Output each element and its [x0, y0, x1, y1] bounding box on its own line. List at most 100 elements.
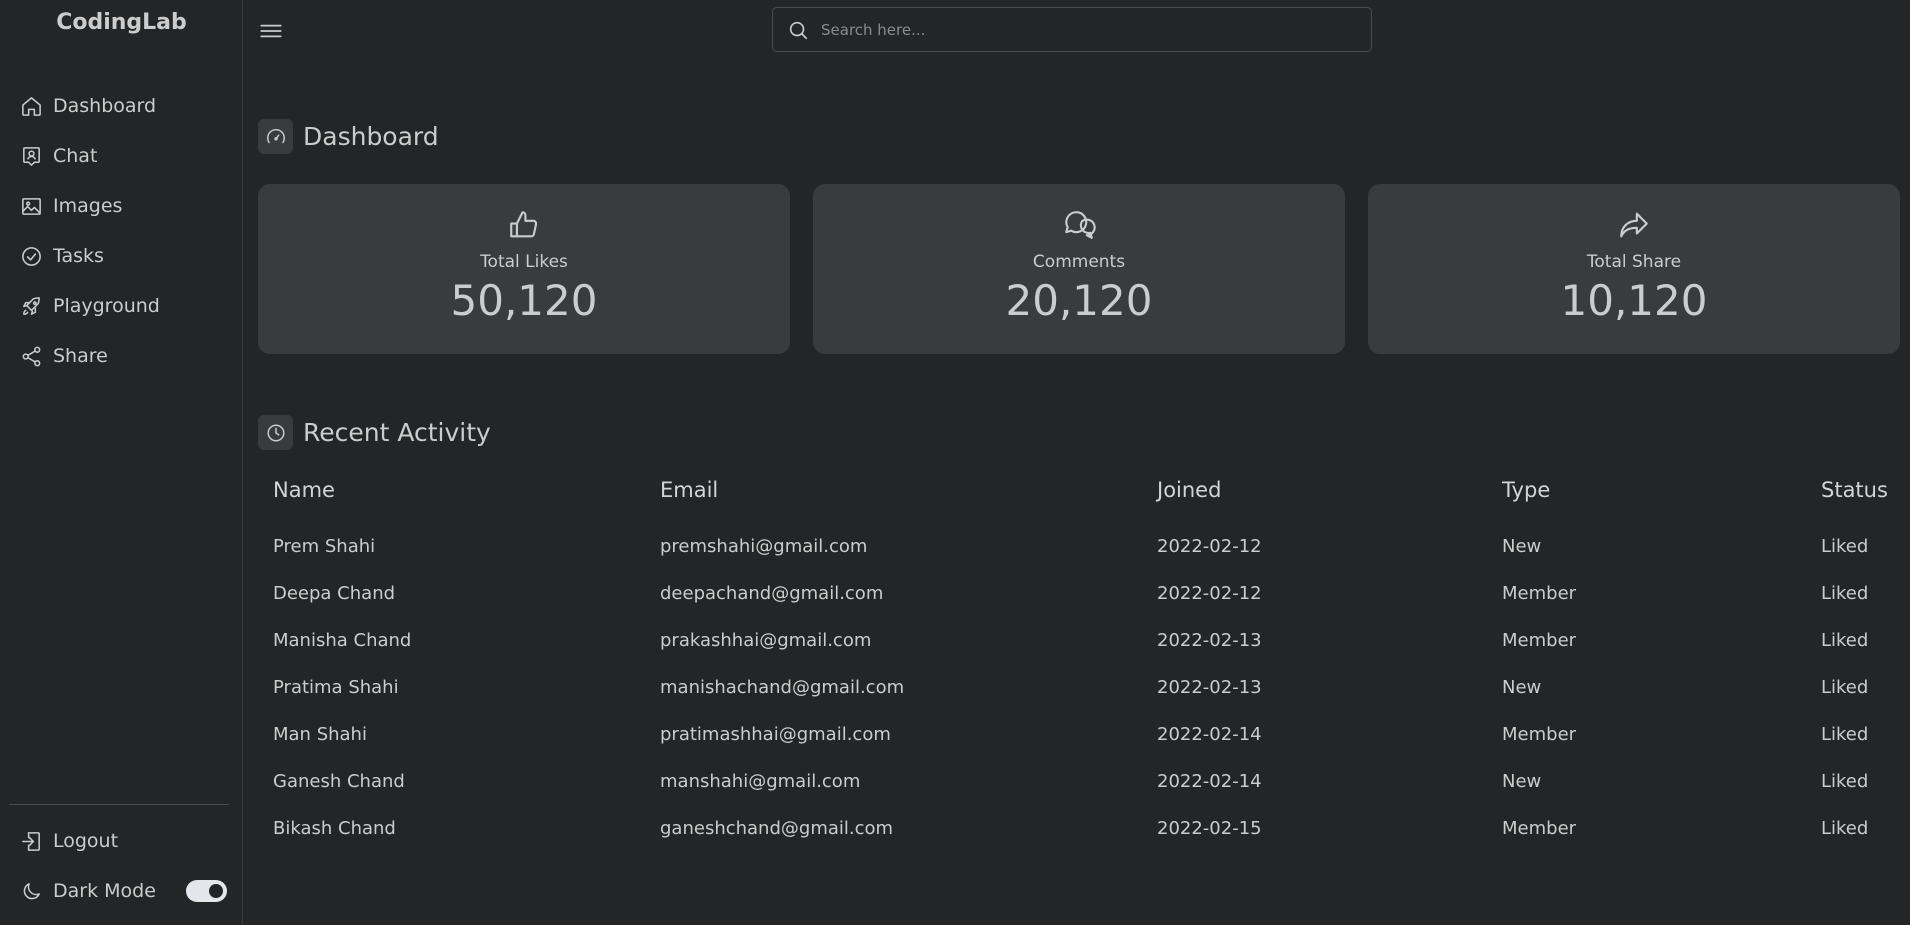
- cell-name: Man Shahi: [273, 724, 367, 745]
- cell-email: pratimashhai@gmail.com: [660, 724, 891, 745]
- sidebar-item-label: Tasks: [53, 245, 104, 267]
- column-header-joined: Joined: [1157, 478, 1222, 502]
- menu-icon[interactable]: [258, 18, 284, 44]
- image-icon: [22, 197, 41, 215]
- cell-name: Manisha Chand: [273, 630, 412, 651]
- cell-joined: 2022-02-14: [1157, 771, 1262, 792]
- share-icon: [22, 346, 41, 366]
- cell-status: Liked: [1821, 771, 1869, 792]
- search-icon: [789, 21, 808, 39]
- stat-value: 20,120: [1005, 276, 1153, 325]
- cell-type: Member: [1502, 630, 1577, 651]
- cell-joined: 2022-02-15: [1157, 818, 1262, 839]
- home-icon: [22, 96, 41, 116]
- table-row: Bikash Chand ganeshchand@gmail.com 2022-…: [273, 813, 1910, 860]
- stat-card-share: Total Share 10,120: [1368, 184, 1900, 354]
- logout-icon: [22, 831, 40, 851]
- speedometer-badge: [258, 119, 293, 154]
- cell-name: Pratima Shahi: [273, 677, 399, 698]
- sidebar-divider: [9, 804, 229, 805]
- cell-type: New: [1502, 536, 1542, 557]
- dark-mode-label: Dark Mode: [53, 880, 156, 902]
- stat-label: Total Likes: [480, 252, 568, 272]
- sidebar-item-label: Playground: [53, 295, 160, 317]
- cell-status: Liked: [1821, 583, 1869, 604]
- search-box: [772, 7, 1372, 52]
- cell-email: manshahi@gmail.com: [660, 771, 861, 792]
- cell-name: Bikash Chand: [273, 818, 396, 839]
- sidebar-item-dashboard[interactable]: Dashboard: [0, 81, 243, 131]
- sidebar-item-label: Chat: [53, 145, 98, 167]
- stat-label: Total Share: [1586, 252, 1682, 272]
- sidebar-item-playground[interactable]: Playground: [0, 281, 243, 331]
- column-header-name: Name: [273, 478, 335, 502]
- table-row: Ganesh Chand manshahi@gmail.com 2022-02-…: [273, 766, 1910, 813]
- cell-email: manishachand@gmail.com: [660, 677, 905, 698]
- table-row: Man Shahi pratimashhai@gmail.com 2022-02…: [273, 719, 1910, 766]
- thumbs-up-icon: [510, 211, 538, 238]
- cell-name: Prem Shahi: [273, 536, 376, 557]
- moon-icon: [23, 882, 40, 899]
- sidebar-item-chat[interactable]: Chat: [0, 131, 243, 181]
- cell-joined: 2022-02-13: [1157, 630, 1262, 651]
- search-input[interactable]: [821, 20, 1341, 39]
- logout-label: Logout: [53, 830, 119, 852]
- table-row: Pratima Shahi manishachand@gmail.com 202…: [273, 672, 1910, 719]
- chat-icon: [23, 146, 40, 166]
- table-row: Manisha Chand prakashhai@gmail.com 2022-…: [273, 625, 1910, 672]
- column-header-type: Type: [1502, 478, 1551, 502]
- column-header-email: Email: [660, 478, 719, 502]
- sidebar-item-label: Images: [53, 195, 123, 217]
- cell-joined: 2022-02-14: [1157, 724, 1262, 745]
- table-row: Prem Shahi premshahi@gmail.com 2022-02-1…: [273, 531, 1910, 578]
- table-header: Name Email Joined Type Status: [273, 476, 1910, 531]
- page-title: Dashboard: [303, 122, 439, 151]
- sidebar: CodingLab Dashboard Chat Images Tasks Pl…: [0, 0, 243, 925]
- table-row: Deepa Chand deepachand@gmail.com 2022-02…: [273, 578, 1910, 625]
- dark-mode-row: Dark Mode: [0, 869, 243, 913]
- stat-value: 50,120: [450, 276, 598, 325]
- logout-button[interactable]: Logout: [0, 819, 243, 863]
- recent-activity-heading: Recent Activity: [258, 415, 491, 450]
- toggle-knob: [209, 884, 223, 898]
- clock-icon: [266, 423, 285, 442]
- cell-email: premshahi@gmail.com: [660, 536, 868, 557]
- cell-type: Member: [1502, 818, 1577, 839]
- cell-joined: 2022-02-12: [1157, 583, 1262, 604]
- share-arrow-icon: [1620, 212, 1648, 238]
- cell-status: Liked: [1821, 818, 1869, 839]
- stat-label: Comments: [1032, 252, 1126, 272]
- cell-name: Deepa Chand: [273, 583, 396, 604]
- dark-mode-toggle[interactable]: [186, 880, 227, 902]
- stat-value: 10,120: [1560, 276, 1708, 325]
- cell-joined: 2022-02-12: [1157, 536, 1262, 557]
- activity-table: Name Email Joined Type Status Prem Shahi…: [273, 476, 1910, 860]
- cell-type: Member: [1502, 583, 1577, 604]
- column-header-status: Status: [1821, 478, 1888, 502]
- cell-email: prakashhai@gmail.com: [660, 630, 872, 651]
- check-circle-icon: [22, 246, 41, 266]
- clock-badge: [258, 415, 293, 450]
- cell-status: Liked: [1821, 724, 1869, 745]
- cell-email: deepachand@gmail.com: [660, 583, 884, 604]
- sidebar-item-label: Share: [53, 345, 108, 367]
- comments-icon: [1065, 211, 1096, 239]
- stat-card-likes: Total Likes 50,120: [258, 184, 790, 354]
- cell-status: Liked: [1821, 630, 1869, 651]
- cell-type: New: [1502, 771, 1542, 792]
- cell-status: Liked: [1821, 536, 1869, 557]
- app-logo[interactable]: CodingLab: [0, 10, 243, 35]
- sidebar-item-share[interactable]: Share: [0, 331, 243, 381]
- sidebar-nav: Dashboard Chat Images Tasks Playground S…: [0, 81, 243, 381]
- cell-type: Member: [1502, 724, 1577, 745]
- speedometer-icon: [266, 128, 285, 143]
- cell-name: Ganesh Chand: [273, 771, 405, 792]
- rocket-icon: [23, 296, 40, 315]
- sidebar-item-tasks[interactable]: Tasks: [0, 231, 243, 281]
- stat-card-comments: Comments 20,120: [813, 184, 1345, 354]
- cell-joined: 2022-02-13: [1157, 677, 1262, 698]
- sidebar-item-label: Dashboard: [53, 95, 157, 117]
- dashboard-heading: Dashboard: [258, 119, 439, 154]
- cell-status: Liked: [1821, 677, 1869, 698]
- sidebar-item-images[interactable]: Images: [0, 181, 243, 231]
